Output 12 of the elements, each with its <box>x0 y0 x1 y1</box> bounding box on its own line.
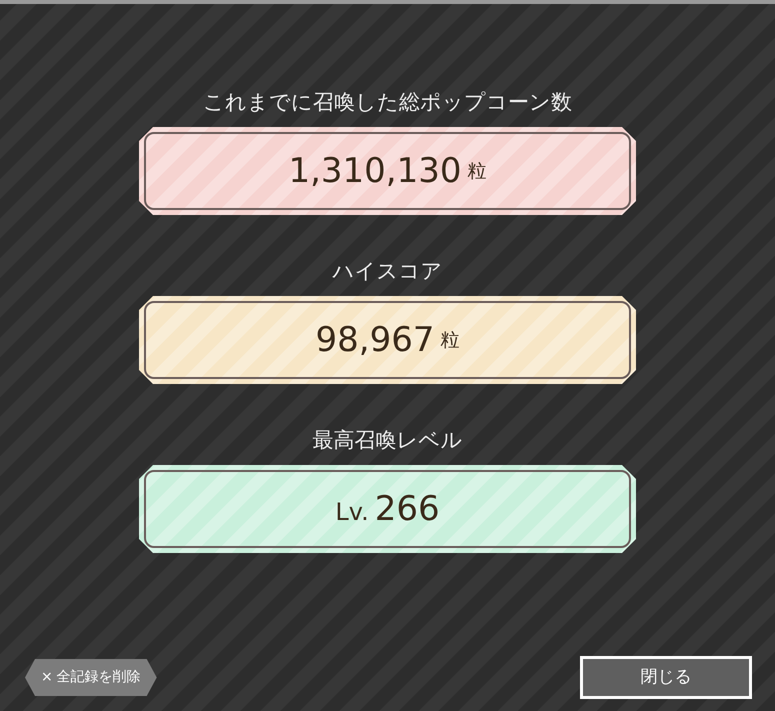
stat-value: 1,310,130 <box>288 154 462 188</box>
stat-label: 最高召喚レベル <box>312 430 462 451</box>
close-button[interactable]: 閉じる <box>580 656 752 699</box>
close-icon: × <box>41 669 53 685</box>
stat-value: 266 <box>374 492 440 526</box>
level-prefix: Lv. <box>335 497 369 528</box>
unit-text: 粒 <box>468 158 487 184</box>
stat-label: ハイスコア <box>332 261 442 282</box>
stat-value: 98,967 <box>316 323 434 357</box>
delete-records-button[interactable]: × 全記録を削除 <box>25 659 157 696</box>
stat-label: これまでに召喚した総ポップコーン数 <box>203 92 572 113</box>
unit-text: 粒 <box>440 328 460 353</box>
